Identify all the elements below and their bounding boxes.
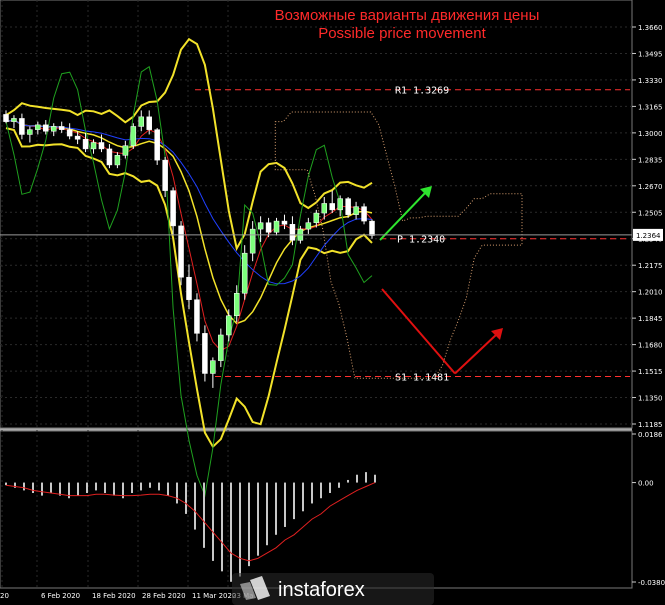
- candle-down: [265, 222, 272, 233]
- candle-up: [114, 155, 121, 166]
- candle-down: [345, 198, 351, 215]
- price-tick-label: 1.3660: [638, 24, 663, 32]
- level-label-r1: R1 1.3269: [395, 86, 449, 97]
- candle-up: [138, 116, 145, 127]
- candle-down: [170, 190, 176, 227]
- candle-up: [305, 222, 312, 230]
- price-chart: R1 1.3269 P 1.2340 S1 1.1481 1.3660 1.3495 1…: [0, 0, 665, 605]
- candle-down: [361, 206, 367, 222]
- candle-up: [249, 228, 256, 254]
- candle-down: [194, 299, 200, 334]
- candle-up: [27, 129, 33, 135]
- date-label: 28 Feb 2020: [142, 592, 186, 600]
- price-tick-label: 1.2175: [638, 262, 663, 270]
- date-label: 20: [0, 592, 9, 600]
- current-price-label: 1.2364: [636, 232, 661, 240]
- candle-down: [178, 225, 184, 278]
- price-tick-label: 1.1350: [638, 395, 663, 403]
- price-tick-label: 1.3495: [638, 50, 663, 58]
- candle-up: [241, 252, 248, 294]
- candle-down: [106, 148, 113, 166]
- price-tick-label: 1.3165: [638, 103, 663, 111]
- candle-down: [3, 114, 9, 122]
- title-english: Possible price movement: [318, 25, 486, 42]
- candle-up: [35, 124, 41, 130]
- price-tick-label: 1.2835: [638, 156, 663, 164]
- candle-down: [281, 220, 288, 225]
- candle-up: [337, 198, 343, 211]
- candle-up: [122, 145, 129, 156]
- date-label: 18 Feb 2020: [92, 592, 136, 600]
- price-tick-label: 1.1680: [638, 342, 663, 350]
- candle-up: [90, 142, 97, 150]
- price-tick-label: 1.2670: [638, 183, 663, 191]
- osc-tick-label: -0.03808: [638, 579, 665, 587]
- candle-down: [329, 203, 335, 211]
- logo-wordmark: instaforex: [278, 579, 365, 601]
- candle-down: [74, 135, 81, 140]
- candle-down: [202, 333, 208, 374]
- candle-down: [66, 129, 73, 137]
- price-tick-label: 1.1515: [638, 368, 663, 376]
- candle-up: [273, 220, 280, 233]
- candle-down: [43, 124, 49, 132]
- title-russian: Возможные варианты движения цены: [275, 7, 540, 24]
- candle-up: [226, 315, 232, 336]
- candle-down: [19, 118, 25, 135]
- candle-up: [218, 334, 224, 361]
- candle-down: [146, 116, 152, 130]
- date-label: 6 Feb 2020: [41, 592, 80, 600]
- price-tick-label: 1.1845: [638, 315, 663, 323]
- price-tick-label: 1.3000: [638, 130, 663, 138]
- candle-down: [289, 224, 296, 241]
- candle-up: [11, 118, 17, 122]
- osc-tick-label: 0.00: [638, 480, 654, 488]
- date-axis: 20 6 Feb 2020 18 Feb 2020 28 Feb 2020 11 Mar…: [0, 592, 253, 600]
- candle-up: [233, 293, 240, 316]
- candle-down: [369, 220, 375, 236]
- candle-up: [210, 360, 216, 374]
- price-tick-label: 1.3330: [638, 77, 663, 85]
- candle-down: [186, 276, 192, 300]
- candle-down: [162, 159, 168, 191]
- level-label-s1: S1 1.1481: [395, 373, 449, 384]
- candle-up: [321, 203, 328, 214]
- candle-down: [154, 129, 160, 161]
- price-tick-label: 1.1185: [638, 421, 663, 429]
- instaforex-logo: instaforex: [232, 573, 434, 605]
- candle-down: [98, 142, 105, 150]
- candle-up: [313, 212, 320, 223]
- candle-up: [257, 222, 264, 230]
- date-label: 11 Mar 2020: [192, 592, 236, 600]
- price-tick-label: 1.2505: [638, 209, 663, 217]
- osc-tick-label: 0.0186: [638, 431, 663, 439]
- candle-down: [82, 139, 89, 150]
- oscillator-panel: [0, 430, 633, 589]
- level-label-p: P 1.2340: [397, 235, 445, 246]
- candle-up: [50, 126, 57, 132]
- candle-up: [353, 206, 359, 215]
- price-tick-label: 1.2010: [638, 289, 663, 297]
- candle-up: [130, 126, 137, 146]
- candle-down: [58, 126, 65, 130]
